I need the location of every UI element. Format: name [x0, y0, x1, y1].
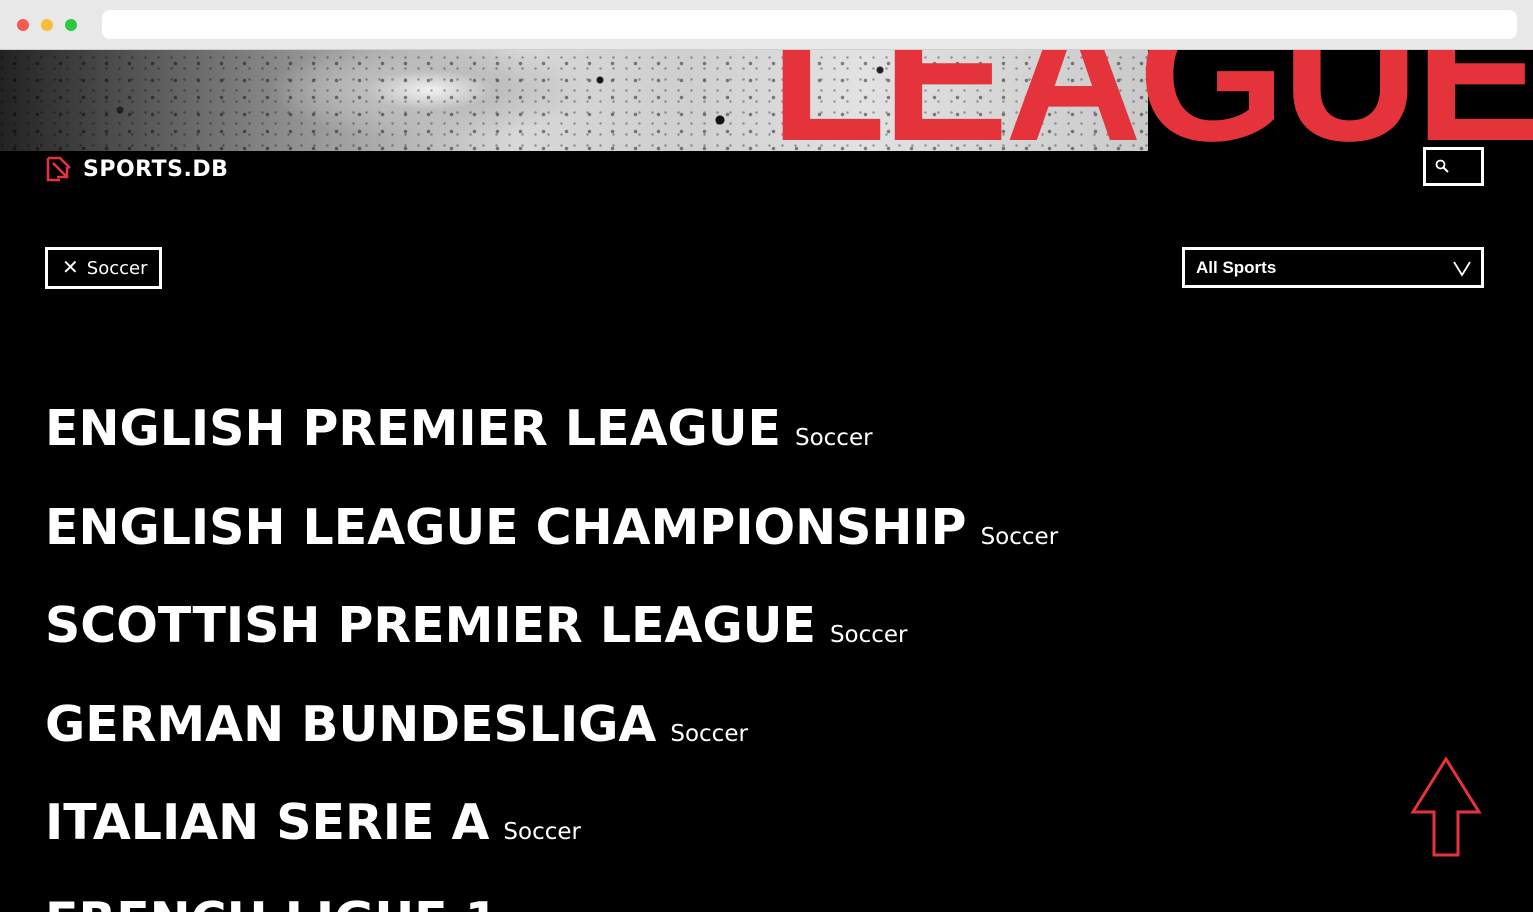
sport-select[interactable]: All Sports [1182, 247, 1484, 288]
league-sport: Soccer [794, 425, 873, 451]
hero-banner: LEAGUE [0, 50, 1533, 151]
address-bar[interactable] [102, 10, 1517, 39]
league-item[interactable]: ITALIAN SERIE A Soccer [45, 794, 581, 851]
arrow-logo-icon [46, 156, 71, 182]
search-button[interactable] [1423, 147, 1484, 186]
close-window-button[interactable] [17, 19, 29, 31]
league-item[interactable]: ENGLISH LEAGUE CHAMPIONSHIP Soccer [45, 499, 1058, 556]
maximize-window-button[interactable] [65, 19, 77, 31]
league-sport: Soccer [980, 524, 1059, 550]
league-name[interactable]: FRENCH LIGUE 1 [45, 892, 499, 912]
browser-window: LEAGUE SPORTS.DB ✕ Soccer All Sports ENG… [0, 0, 1533, 912]
league-sport: Soccer [503, 819, 581, 845]
league-item[interactable]: FRENCH LIGUE 1 [45, 892, 513, 912]
league-name[interactable]: SCOTTISH PREMIER LEAGUE [45, 597, 816, 654]
minimize-window-button[interactable] [41, 19, 53, 31]
league-item[interactable]: ENGLISH PREMIER LEAGUE Soccer [45, 400, 873, 457]
filter-chip-soccer[interactable]: ✕ Soccer [45, 247, 162, 289]
league-sport: Soccer [670, 721, 748, 747]
league-item[interactable]: SCOTTISH PREMIER LEAGUE Soccer [45, 597, 908, 654]
site-logo[interactable]: SPORTS.DB [45, 155, 228, 183]
filter-chip-label: Soccer [86, 257, 148, 279]
search-icon [1435, 159, 1449, 173]
league-name[interactable]: ENGLISH PREMIER LEAGUE [45, 400, 781, 457]
chevron-down-icon [1453, 261, 1471, 277]
close-icon[interactable]: ✕ [62, 258, 79, 278]
sport-select-value: All Sports [1196, 257, 1277, 277]
league-name[interactable]: GERMAN BUNDESLIGA [45, 696, 656, 753]
league-name[interactable]: ENGLISH LEAGUE CHAMPIONSHIP [45, 499, 967, 556]
arrow-up-icon[interactable] [1410, 756, 1482, 858]
browser-chrome [0, 0, 1533, 50]
site-name: SPORTS.DB [83, 156, 229, 182]
league-name[interactable]: ITALIAN SERIE A [45, 794, 489, 851]
league-item[interactable]: GERMAN BUNDESLIGA Soccer [45, 696, 748, 753]
league-sport: Soccer [829, 622, 908, 648]
hero-title: LEAGUE [770, 50, 1533, 151]
